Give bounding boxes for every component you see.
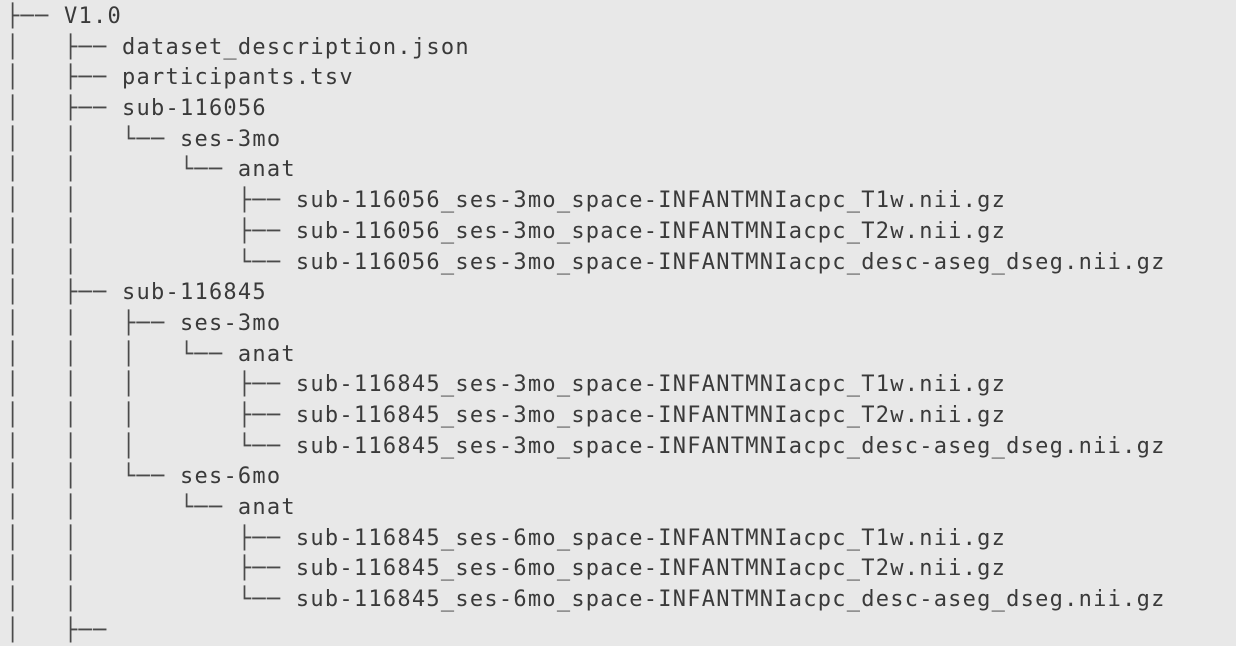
tree-row: │ │ └── sub-116845_ses-6mo_space-INFANTM… [6,585,1236,616]
tree-entry-name: sub-116056_ses-3mo_space-INFANTMNIacpc_T… [295,188,1007,214]
tree-branch-lines: │ │ │ ├── [6,372,296,398]
tree-branch-lines: │ │ ├── [6,525,296,551]
tree-entry-name: sub-116845_ses-3mo_space-INFANTMNIacpc_d… [295,433,1166,459]
tree-row: │ ├── participants.tsv [6,63,1236,94]
tree-entry-name: sub-116845_ses-6mo_space-INFANTMNIacpc_d… [295,587,1166,613]
tree-branch-lines: │ ├── [6,65,122,91]
tree-branch-lines: │ ├── [6,96,122,122]
tree-row: │ │ │ └── anat [6,340,1236,371]
tree-entry-name: ses-6mo [179,464,282,490]
tree-branch-lines: │ │ └── [6,587,296,613]
tree-row: │ │ └── ses-6mo [6,462,1236,493]
tree-row: │ │ ├── ses-3mo [6,309,1236,340]
tree-entry-name: participants.tsv [121,65,354,91]
tree-branch-lines: │ │ └── [6,126,180,152]
tree-row: │ │ └── ses-3mo [6,125,1236,156]
tree-row: │ ├── sub-116845 [6,278,1236,309]
tree-row: │ │ │ ├── sub-116845_ses-3mo_space-INFAN… [6,401,1236,432]
tree-branch-lines: │ │ ├── [6,188,296,214]
tree-entry-name: sub-116056_ses-3mo_space-INFANTMNIacpc_d… [295,249,1166,275]
tree-branch-lines: │ │ └── [6,157,238,183]
tree-row: │ ├── [6,616,1236,646]
tree-row: │ │ │ ├── sub-116845_ses-3mo_space-INFAN… [6,370,1236,401]
tree-branch-lines: │ ├── [6,280,122,306]
tree-branch-lines: │ │ ├── [6,218,296,244]
tree-branch-lines: │ │ ├── [6,556,296,582]
tree-branch-lines: │ │ │ └── [6,433,296,459]
tree-row: │ ├── dataset_description.json [6,33,1236,64]
tree-row: │ │ └── anat [6,155,1236,186]
tree-entry-name: sub-116056 [121,96,267,122]
tree-branch-lines: │ │ └── [6,495,238,520]
directory-tree: ├── V1.0 │ ├── dataset_description.json │ … [0,0,1236,646]
tree-entry-name: ses-3mo [179,126,282,152]
tree-row: │ │ ├── sub-116056_ses-3mo_space-INFANTM… [6,186,1236,217]
tree-branch-lines: │ │ │ └── [6,341,238,367]
tree-row: │ │ └── anat [6,493,1236,524]
tree-entry-name: sub-116845_ses-3mo_space-INFANTMNIacpc_T… [295,372,1007,398]
tree-row: │ │ ├── sub-116056_ses-3mo_space-INFANTM… [6,217,1236,248]
tree-entry-name: sub-116845_ses-6mo_space-INFANTMNIacpc_T… [295,556,1007,582]
tree-row: ├── V1.0 [6,2,1236,33]
tree-row: │ │ ├── sub-116845_ses-6mo_space-INFANTM… [6,554,1236,585]
tree-row: │ │ │ └── sub-116845_ses-3mo_space-INFAN… [6,432,1236,463]
tree-branch-lines: │ │ │ ├── [6,402,296,428]
tree-entry-name: dataset_description.json [121,34,470,60]
tree-entry-name: sub-116056_ses-3mo_space-INFANTMNIacpc_T… [295,218,1007,244]
tree-entry-name: anat [237,157,296,183]
tree-row: │ ├── sub-116056 [6,94,1236,125]
tree-entry-name: sub-116845_ses-6mo_space-INFANTMNIacpc_T… [295,525,1007,551]
tree-entry-name: anat [237,495,296,520]
tree-branch-lines: │ ├── [6,34,122,60]
tree-branch-lines: ├── [6,4,64,29]
tree-branch-lines: │ │ ├── [6,310,180,336]
tree-entry-name: sub-116845_ses-3mo_space-INFANTMNIacpc_T… [295,402,1007,428]
tree-row: │ │ └── sub-116056_ses-3mo_space-INFANTM… [6,248,1236,279]
tree-branch-lines: │ │ └── [6,249,296,275]
tree-entry-name: ses-3mo [179,310,282,336]
tree-entry-name: sub-116845 [121,280,267,306]
tree-entry-name: anat [237,341,296,367]
tree-entry-name: V1.0 [63,4,122,29]
tree-branch-lines: │ │ └── [6,464,180,490]
tree-row: │ │ ├── sub-116845_ses-6mo_space-INFANTM… [6,524,1236,555]
